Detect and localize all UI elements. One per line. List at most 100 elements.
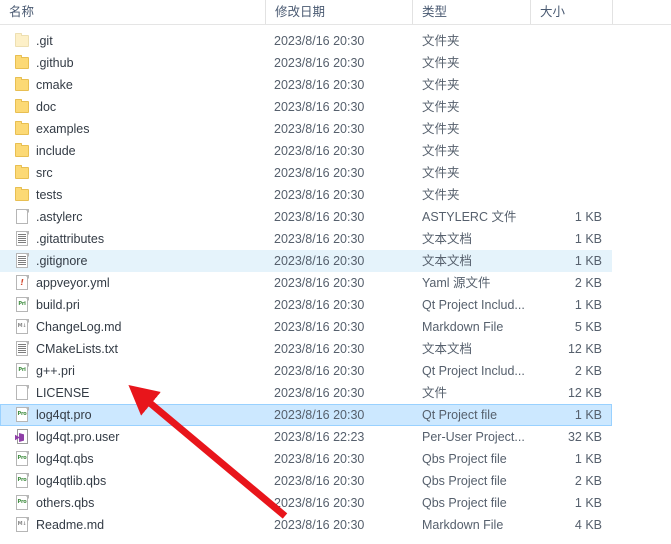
file-type-cell: 文件夹	[422, 56, 460, 70]
file-date-cell: 2023/8/16 20:30	[274, 56, 365, 70]
file-name-cell[interactable]: LICENSE	[1, 383, 265, 403]
text-document-icon	[15, 341, 30, 357]
file-size-cell: 1 KB	[574, 210, 602, 224]
folder-icon	[15, 121, 30, 137]
file-name-cell[interactable]: M↓ Readme.md	[1, 515, 265, 535]
file-name-cell[interactable]: .github	[1, 53, 265, 73]
qt-pri-icon: Pri	[15, 363, 30, 379]
file-row[interactable]: Pro log4qt.pro 2023/8/16 20:30 Qt Project f…	[0, 404, 612, 426]
file-size-cell: 1 KB	[574, 452, 602, 466]
file-type-cell: 文件夹	[422, 144, 460, 158]
folder-icon	[15, 99, 30, 115]
file-name-label: appveyor.yml	[36, 276, 110, 290]
file-size-cell: 2 KB	[574, 364, 602, 378]
file-type-cell: Qt Project Includ...	[422, 364, 525, 378]
file-row[interactable]: M↓ ChangeLog.md 2023/8/16 20:30 Markdown Fi…	[0, 316, 612, 338]
file-date-cell: 2023/8/16 22:23	[274, 430, 365, 444]
file-row[interactable]: cmake 2023/8/16 20:30 文件夹	[0, 74, 612, 96]
file-name-label: doc	[36, 100, 57, 114]
file-type-cell: Markdown File	[422, 320, 504, 334]
file-name-label: examples	[36, 122, 90, 136]
file-size-cell: 12 KB	[567, 386, 602, 400]
file-type-cell: 文件	[422, 386, 448, 400]
file-row[interactable]: Pri g++.pri 2023/8/16 20:30 Qt Project Incl…	[0, 360, 612, 382]
file-name-cell[interactable]: tests	[1, 185, 265, 205]
file-date-cell: 2023/8/16 20:30	[274, 100, 365, 114]
file-name-label: log4qt.pro	[36, 408, 92, 422]
file-date-cell: 2023/8/16 20:30	[274, 320, 365, 334]
file-type-cell: Yaml 源文件	[422, 276, 491, 290]
file-date-cell: 2023/8/16 20:30	[274, 276, 365, 290]
file-name-cell[interactable]: Pro log4qtlib.qbs	[1, 471, 265, 491]
file-row[interactable]: include 2023/8/16 20:30 文件夹	[0, 140, 612, 162]
file-row[interactable]: Pro log4qtlib.qbs 2023/8/16 20:30 Qbs Proje…	[0, 470, 612, 492]
file-name-cell[interactable]: .gitattributes	[1, 229, 265, 249]
file-name-cell[interactable]: Pri build.pri	[1, 295, 265, 315]
file-size-cell: 2 KB	[574, 474, 602, 488]
file-row[interactable]: Pri build.pri 2023/8/16 20:30 Qt Project In…	[0, 294, 612, 316]
file-name-cell[interactable]: src	[1, 163, 265, 183]
file-name-label: build.pri	[36, 298, 80, 312]
file-date-cell: 2023/8/16 20:30	[274, 78, 365, 92]
file-name-cell[interactable]: .git	[1, 31, 265, 51]
file-name-cell[interactable]: log4qt.pro.user	[1, 427, 265, 447]
file-row[interactable]: .gitattributes 2023/8/16 20:30 文本文档 1 KB	[0, 228, 612, 250]
file-name-cell[interactable]: M↓ ChangeLog.md	[1, 317, 265, 337]
file-row[interactable]: LICENSE 2023/8/16 20:30 文件 12 KB	[0, 382, 612, 404]
file-name-label: CMakeLists.txt	[36, 342, 118, 356]
file-date-cell: 2023/8/16 20:30	[274, 232, 365, 246]
file-row[interactable]: .git 2023/8/16 20:30 文件夹	[0, 30, 612, 52]
file-name-cell[interactable]: cmake	[1, 75, 265, 95]
column-header-size[interactable]: 大小	[530, 0, 612, 24]
file-size-cell	[531, 31, 611, 51]
file-row[interactable]: ! appveyor.yml 2023/8/16 20:30 Yaml 源文件 2 KB	[0, 272, 612, 294]
column-header-row: 名称 修改日期 类型 大小	[0, 0, 671, 25]
file-row[interactable]: CMakeLists.txt 2023/8/16 20:30 文本文档 12 KB	[0, 338, 612, 360]
file-row[interactable]: M↓ Readme.md 2023/8/16 20:30 Markdown File 4…	[0, 514, 612, 536]
file-name-cell[interactable]: CMakeLists.txt	[1, 339, 265, 359]
file-name-cell[interactable]: ! appveyor.yml	[1, 273, 265, 293]
file-date-cell: 2023/8/16 20:30	[274, 188, 365, 202]
file-size-cell: 1 KB	[574, 408, 602, 422]
file-list: .git 2023/8/16 20:30 文件夹 .github 2023/8/16 2…	[0, 30, 671, 536]
file-size-cell	[531, 163, 611, 183]
markdown-icon: M↓	[15, 319, 30, 335]
file-size-cell: 12 KB	[567, 342, 602, 356]
file-size-cell: 1 KB	[574, 496, 602, 510]
file-size-cell: 5 KB	[574, 320, 602, 334]
folder-icon	[15, 187, 30, 203]
file-name-cell[interactable]: Pro log4qt.pro	[1, 405, 265, 425]
file-name-cell[interactable]: Pro log4qt.qbs	[1, 449, 265, 469]
file-type-cell: 文本文档	[422, 232, 473, 246]
file-date-cell: 2023/8/16 20:30	[274, 364, 365, 378]
file-name-label: log4qtlib.qbs	[36, 474, 107, 488]
qt-pro-icon: Pro	[15, 495, 30, 511]
file-row[interactable]: .gitignore 2023/8/16 20:30 文本文档 1 KB	[0, 250, 612, 272]
file-name-cell[interactable]: .gitignore	[1, 251, 265, 271]
file-name-cell[interactable]: doc	[1, 97, 265, 117]
file-name-label: ChangeLog.md	[36, 320, 122, 334]
file-row[interactable]: src 2023/8/16 20:30 文件夹	[0, 162, 612, 184]
file-row[interactable]: tests 2023/8/16 20:30 文件夹	[0, 184, 612, 206]
file-date-cell: 2023/8/16 20:30	[274, 298, 365, 312]
blank-page-icon	[15, 209, 30, 225]
yaml-file-icon: !	[15, 275, 30, 291]
file-date-cell: 2023/8/16 20:30	[274, 166, 365, 180]
file-row[interactable]: .astylerc 2023/8/16 20:30 ASTYLERC 文件 1 KB	[0, 206, 612, 228]
file-row[interactable]: Pro others.qbs 2023/8/16 20:30 Qbs Project …	[0, 492, 612, 514]
column-header-date-modified[interactable]: 修改日期	[265, 0, 412, 24]
file-row[interactable]: Pro log4qt.qbs 2023/8/16 20:30 Qbs Project …	[0, 448, 612, 470]
file-row[interactable]: doc 2023/8/16 20:30 文件夹	[0, 96, 612, 118]
file-name-cell[interactable]: .astylerc	[1, 207, 265, 227]
column-header-type[interactable]: 类型	[412, 0, 530, 24]
file-name-cell[interactable]: Pri g++.pri	[1, 361, 265, 381]
file-name-label: tests	[36, 188, 63, 202]
file-name-cell[interactable]: Pro others.qbs	[1, 493, 265, 513]
file-row[interactable]: log4qt.pro.user 2023/8/16 22:23 Per-User P…	[0, 426, 612, 448]
file-name-cell[interactable]: examples	[1, 119, 265, 139]
file-size-cell: 32 KB	[567, 430, 602, 444]
file-row[interactable]: examples 2023/8/16 20:30 文件夹	[0, 118, 612, 140]
column-header-name[interactable]: 名称	[0, 0, 265, 24]
file-row[interactable]: .github 2023/8/16 20:30 文件夹	[0, 52, 612, 74]
file-name-cell[interactable]: include	[1, 141, 265, 161]
